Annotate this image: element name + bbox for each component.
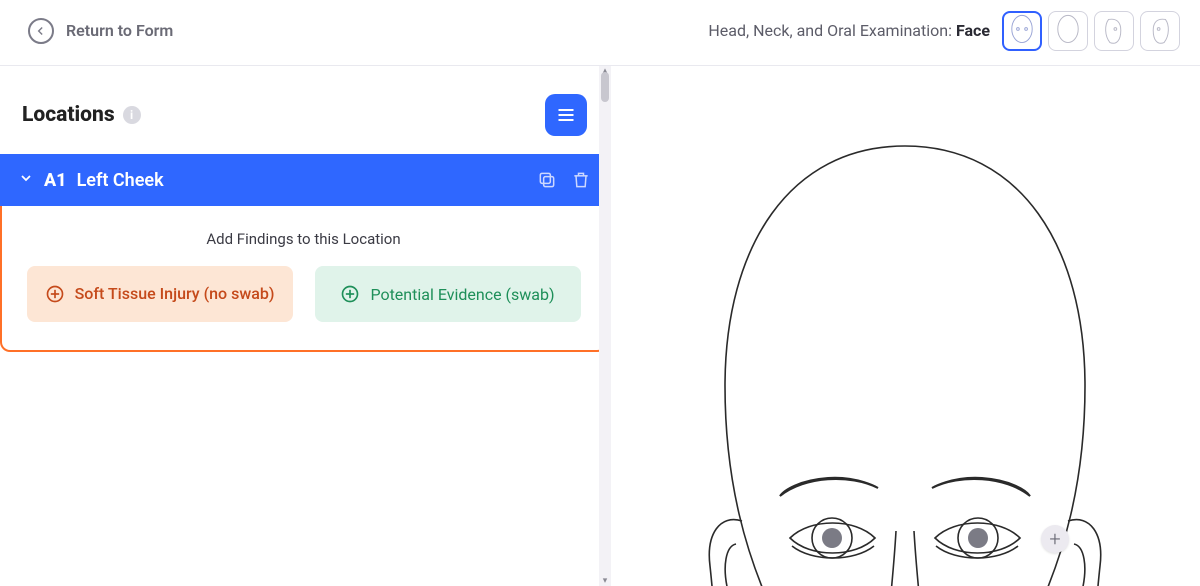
locations-panel: Locations i A1 Left Cheek Add Findings t… [0, 66, 610, 586]
potential-evidence-label: Potential Evidence (swab) [370, 285, 554, 304]
arrow-left-circle-icon [28, 18, 54, 44]
location-item-header[interactable]: A1 Left Cheek [0, 154, 609, 206]
copy-icon[interactable] [537, 170, 557, 190]
menu-icon [556, 107, 576, 123]
thumb-face-front[interactable] [1002, 11, 1042, 51]
location-name: Left Cheek [77, 170, 164, 191]
thumb-face-right[interactable] [1140, 11, 1180, 51]
add-location-marker[interactable]: + [1041, 525, 1069, 553]
plus-icon: + [1049, 527, 1060, 551]
exam-current: Face [956, 21, 990, 40]
view-thumbnails [1002, 11, 1180, 51]
add-findings-panel: Add Findings to this Location Soft Tissu… [0, 206, 607, 352]
thumb-face-back[interactable] [1048, 11, 1088, 51]
body-diagram-face[interactable]: + [610, 66, 1200, 586]
exam-location-label: Head, Neck, and Oral Examination: Face [708, 21, 990, 40]
locations-menu-button[interactable] [545, 94, 587, 136]
add-findings-title: Add Findings to this Location [20, 230, 587, 248]
chevron-down-icon [18, 170, 34, 191]
scroll-thumb[interactable] [601, 72, 609, 102]
return-to-form-link[interactable]: Return to Form [28, 18, 173, 44]
locations-title: Locations i [22, 103, 141, 127]
soft-tissue-injury-button[interactable]: Soft Tissue Injury (no swab) [27, 266, 293, 322]
info-icon[interactable]: i [123, 106, 141, 124]
thumb-face-left[interactable] [1094, 11, 1134, 51]
face-illustration [670, 126, 1140, 586]
potential-evidence-button[interactable]: Potential Evidence (swab) [315, 266, 581, 322]
plus-circle-icon [45, 284, 65, 304]
location-code: A1 [44, 170, 67, 191]
trash-icon[interactable] [571, 170, 591, 190]
soft-tissue-injury-label: Soft Tissue Injury (no swab) [75, 284, 275, 304]
return-label: Return to Form [66, 21, 173, 40]
plus-circle-icon [340, 284, 360, 304]
exam-prefix: Head, Neck, and Oral Examination: [708, 21, 956, 40]
